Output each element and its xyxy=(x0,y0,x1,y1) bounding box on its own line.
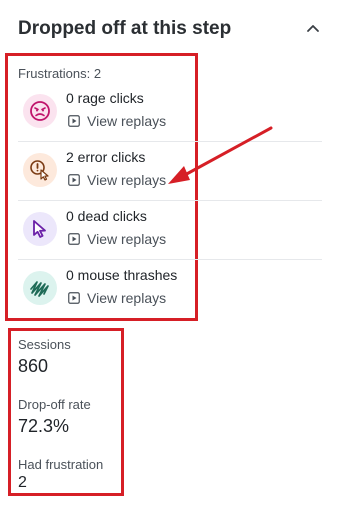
view-replays-label: View replays xyxy=(87,113,167,129)
view-replays-link[interactable]: View replays xyxy=(68,111,166,131)
cursor-icon xyxy=(23,212,57,246)
view-replays-link[interactable]: View replays xyxy=(68,170,166,190)
frustration-item-rage-clicks: 0 rage clicks View replays xyxy=(18,86,323,144)
view-replays-label: View replays xyxy=(87,231,167,247)
frustration-item-dead-clicks: 0 dead clicks View replays xyxy=(18,204,323,262)
dropoff-rate-label: Drop-off rate xyxy=(18,397,91,412)
sessions-label: Sessions xyxy=(18,337,71,352)
frustration-item-error-clicks: 2 error clicks View replays xyxy=(18,145,323,203)
dead-clicks-label: 0 dead clicks xyxy=(66,208,147,224)
angry-face-icon xyxy=(23,94,57,128)
frustrations-count: Frustrations: 2 xyxy=(18,66,102,81)
play-icon xyxy=(68,292,80,304)
error-cursor-icon xyxy=(23,153,57,187)
play-icon xyxy=(68,174,80,186)
chevron-up-icon[interactable] xyxy=(305,21,321,37)
panel-title: Dropped off at this step xyxy=(18,18,232,39)
view-replays-label: View replays xyxy=(87,172,167,188)
had-frustration-label: Had frustration xyxy=(18,457,104,472)
had-frustration-value: 2 xyxy=(18,474,27,491)
view-replays-label: View replays xyxy=(87,290,167,306)
rage-clicks-label: 0 rage clicks xyxy=(66,90,144,106)
panel-header: Dropped off at this step xyxy=(18,17,327,45)
mouse-thrashes-label: 0 mouse thrashes xyxy=(66,267,178,283)
divider xyxy=(18,200,322,201)
view-replays-link[interactable]: View replays xyxy=(68,229,166,249)
dropoff-panel: Dropped off at this step Frustrations: 2… xyxy=(0,0,345,508)
divider xyxy=(18,141,322,142)
divider xyxy=(18,259,322,260)
view-replays-link[interactable]: View replays xyxy=(68,288,166,308)
play-icon xyxy=(68,233,80,245)
frustration-item-mouse-thrashes: 0 mouse thrashes View replays xyxy=(18,263,323,321)
scribble-icon xyxy=(23,271,57,305)
error-clicks-label: 2 error clicks xyxy=(66,149,146,165)
dropoff-rate-value: 72.3% xyxy=(18,416,70,436)
play-icon xyxy=(68,115,80,127)
sessions-value: 860 xyxy=(18,356,49,376)
